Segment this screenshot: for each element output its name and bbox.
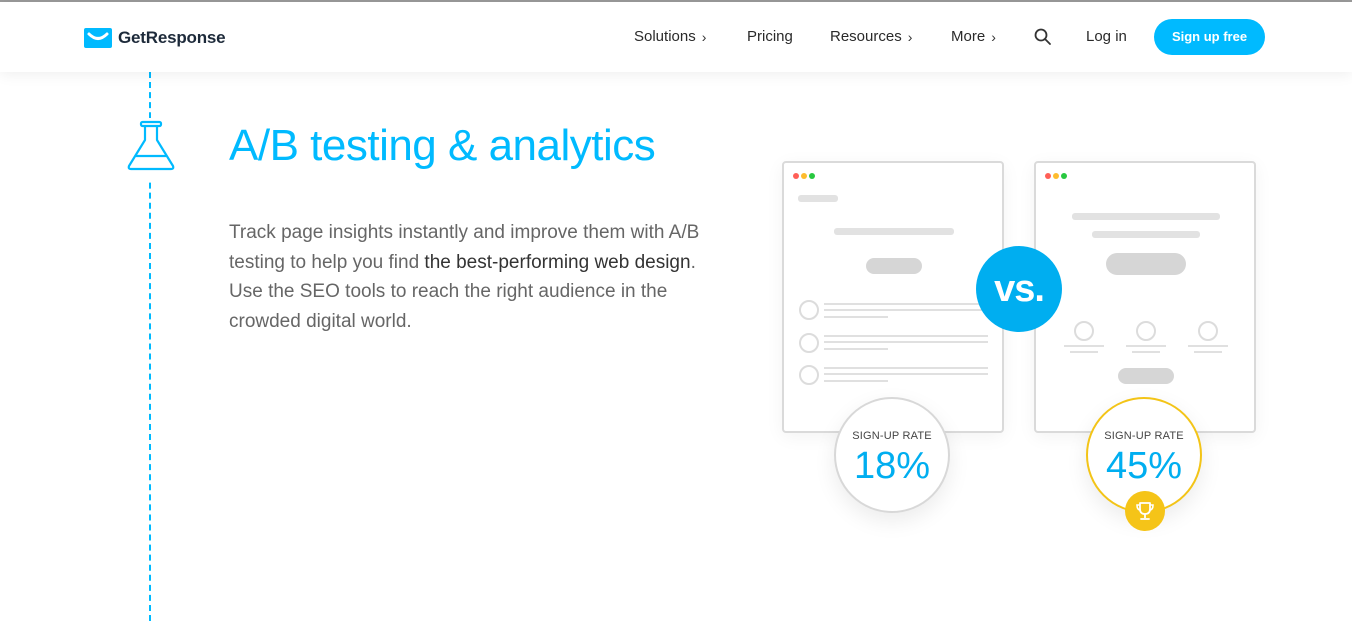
brand-name: GetResponse	[118, 28, 226, 47]
placeholder-bar	[1092, 231, 1200, 238]
rate-label: SIGN-UP RATE	[1104, 430, 1184, 442]
variant-a-signup-rate: SIGN-UP RATE 18%	[834, 397, 950, 513]
nav-pricing[interactable]: Pricing	[747, 19, 793, 55]
placeholder-line	[824, 373, 988, 375]
flask-icon	[125, 118, 177, 179]
description-highlight: the best-performing web design	[424, 251, 691, 273]
nav-resources[interactable]: Resources ›	[830, 19, 912, 55]
nav-resources-label: Resources	[830, 28, 902, 45]
window-maximize-dot	[809, 173, 815, 179]
rate-value: 18%	[853, 445, 931, 487]
nav-solutions-label: Solutions	[634, 28, 696, 45]
placeholder-radio	[799, 300, 819, 320]
section-description: Track page insights instantly and improv…	[229, 218, 729, 336]
nav-more-label: More	[951, 28, 986, 45]
chevron-right-icon: ›	[907, 29, 913, 45]
variant-a-mockup	[782, 161, 1004, 433]
placeholder-button	[866, 258, 922, 274]
trophy-icon	[1125, 491, 1165, 531]
chevron-right-icon: ›	[701, 29, 707, 45]
window-minimize-dot	[1053, 173, 1059, 179]
placeholder-line	[1188, 345, 1228, 347]
window-minimize-dot	[801, 173, 807, 179]
placeholder-line	[824, 380, 888, 382]
placeholder-line	[1126, 345, 1166, 347]
placeholder-bar	[1072, 213, 1220, 220]
placeholder-radio	[799, 365, 819, 385]
placeholder-line	[824, 367, 988, 369]
placeholder-line	[1132, 351, 1160, 353]
placeholder-line	[824, 348, 888, 350]
brand-logo[interactable]: GetResponse	[84, 26, 226, 50]
variant-b-mockup	[1034, 161, 1256, 433]
rate-value: 45%	[1105, 445, 1183, 487]
placeholder-line	[824, 309, 988, 311]
search-icon[interactable]	[1034, 28, 1052, 51]
placeholder-feature-circle	[1074, 321, 1094, 341]
signup-button[interactable]: Sign up free	[1154, 19, 1265, 55]
placeholder-feature-circle	[1136, 321, 1156, 341]
window-close-dot	[1045, 173, 1051, 179]
placeholder-line	[824, 303, 988, 305]
nav-pricing-label: Pricing	[747, 28, 793, 45]
vs-badge: vs.	[976, 246, 1062, 332]
window-maximize-dot	[1061, 173, 1067, 179]
placeholder-line	[1070, 351, 1098, 353]
placeholder-line	[824, 316, 888, 318]
placeholder-line	[824, 341, 988, 343]
logo-envelope-icon	[84, 28, 112, 48]
placeholder-bar	[834, 228, 954, 235]
login-link[interactable]: Log in	[1086, 19, 1127, 55]
section-title: A/B testing & analytics	[229, 121, 656, 170]
placeholder-line	[1064, 345, 1104, 347]
chevron-right-icon: ›	[991, 29, 996, 45]
nav-solutions[interactable]: Solutions ›	[634, 19, 706, 55]
rate-label: SIGN-UP RATE	[852, 430, 932, 442]
nav-more[interactable]: More ›	[951, 19, 996, 55]
placeholder-radio	[799, 333, 819, 353]
placeholder-line	[1194, 351, 1222, 353]
window-close-dot	[793, 173, 799, 179]
placeholder-button	[1106, 253, 1186, 275]
placeholder-feature-circle	[1198, 321, 1218, 341]
placeholder-button	[1118, 368, 1174, 384]
placeholder-line	[824, 335, 988, 337]
placeholder-bar	[798, 195, 838, 202]
site-header: GetResponse Solutions › Pricing Resource…	[0, 2, 1352, 72]
